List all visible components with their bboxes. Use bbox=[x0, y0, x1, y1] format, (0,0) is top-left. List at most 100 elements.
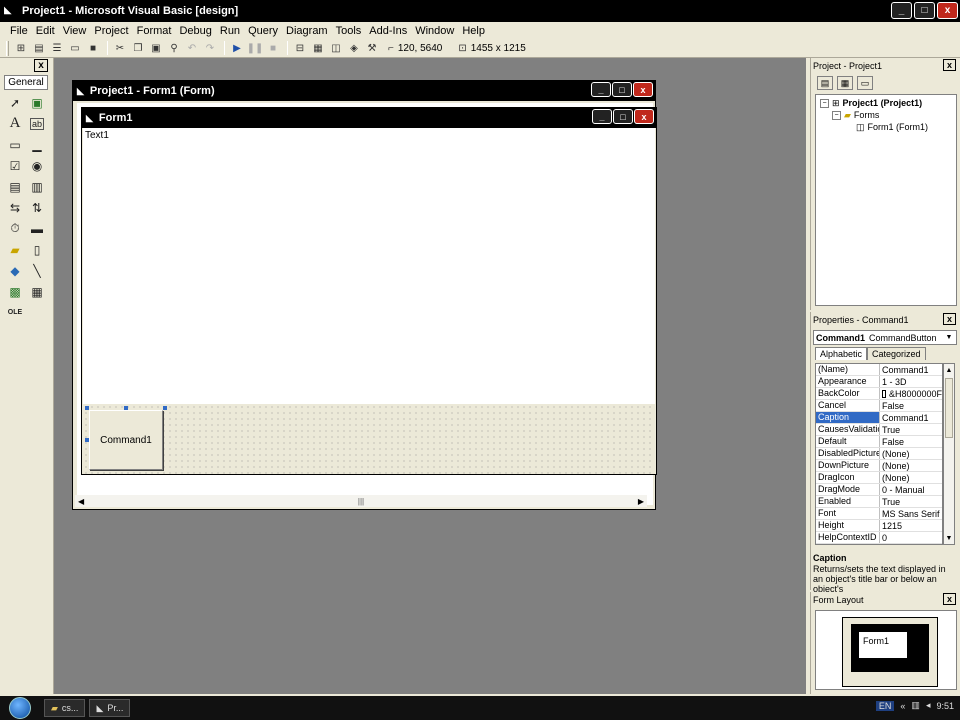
designer-close-button[interactable]: x bbox=[633, 82, 653, 97]
menu-run[interactable]: Run bbox=[216, 25, 244, 37]
object-selector[interactable]: Command1 CommandButton ▼ bbox=[813, 330, 957, 345]
property-row[interactable]: BackColor &H8000000F bbox=[816, 388, 942, 400]
tab-alphabetic[interactable]: Alphabetic bbox=[815, 347, 868, 360]
property-value[interactable]: MS Sans Serif bbox=[880, 508, 942, 519]
property-row[interactable]: Appearance 1 - 3D bbox=[816, 376, 942, 388]
menu-diagram[interactable]: Diagram bbox=[282, 25, 332, 37]
menu-format[interactable]: Format bbox=[133, 25, 176, 37]
layout-form1[interactable]: Form1 bbox=[858, 631, 908, 659]
tree-item-form1[interactable]: ◫ Form1 (Form1) bbox=[820, 121, 952, 133]
label-icon[interactable]: A bbox=[4, 113, 26, 134]
property-value[interactable]: 1215 bbox=[880, 520, 942, 531]
close-button[interactable]: x bbox=[937, 2, 958, 19]
form1-client-area[interactable]: Text1 Command1 bbox=[83, 128, 655, 474]
designer-minimize-button[interactable]: _ bbox=[591, 82, 611, 97]
form1-maximize-button[interactable]: □ bbox=[613, 109, 633, 124]
property-value[interactable]: 1 - 3D bbox=[880, 376, 942, 387]
menu-window[interactable]: Window bbox=[411, 25, 458, 37]
hscrollbar-icon[interactable]: ⇆ bbox=[4, 197, 26, 218]
language-indicator[interactable]: EN bbox=[875, 700, 895, 711]
scroll-down-icon[interactable]: ▼ bbox=[944, 532, 954, 544]
menu-query[interactable]: Query bbox=[244, 25, 282, 37]
tab-categorized[interactable]: Categorized bbox=[867, 347, 926, 360]
property-value[interactable]: Command1 bbox=[880, 364, 942, 375]
start-icon[interactable]: ▶ bbox=[229, 40, 245, 56]
toggle-folders-icon[interactable]: ▭ bbox=[857, 76, 873, 90]
toolbar-grip[interactable] bbox=[6, 40, 9, 56]
form1-close-button[interactable]: x bbox=[634, 109, 654, 124]
redo-icon[interactable]: ↷ bbox=[202, 40, 218, 56]
dirlistbox-icon[interactable]: ▰ bbox=[4, 239, 26, 260]
property-value[interactable]: False bbox=[880, 400, 942, 411]
collapse-icon[interactable]: − bbox=[820, 98, 829, 108]
optionbutton-icon[interactable]: ◉ bbox=[26, 155, 48, 176]
shape-icon[interactable]: ◆ bbox=[4, 260, 26, 281]
add-form-icon[interactable]: ▤ bbox=[31, 40, 47, 56]
resize-handle-nw[interactable] bbox=[85, 406, 89, 410]
resize-handle-n[interactable] bbox=[124, 406, 128, 410]
scroll-thumb[interactable]: ||| bbox=[358, 497, 364, 506]
property-value[interactable]: True bbox=[880, 496, 942, 507]
properties-window-icon[interactable]: ▦ bbox=[310, 40, 326, 56]
paste-icon[interactable]: ▣ bbox=[148, 40, 164, 56]
checkbox-icon[interactable]: ☑ bbox=[4, 155, 26, 176]
collapse-icon[interactable]: − bbox=[832, 110, 841, 120]
break-icon[interactable]: ❚❚ bbox=[247, 40, 264, 56]
property-row-selected[interactable]: Caption Command1 bbox=[816, 412, 942, 424]
taskbar-item-vb[interactable]: ◣ Pr... bbox=[89, 699, 131, 717]
picturebox-icon[interactable]: ▣ bbox=[26, 92, 48, 113]
open-folder-icon[interactable]: ▭ bbox=[67, 40, 83, 56]
tree-item-forms-folder[interactable]: − ▰ Forms bbox=[820, 109, 952, 121]
property-row[interactable]: (Name) Command1 bbox=[816, 364, 942, 376]
undo-icon[interactable]: ↶ bbox=[184, 40, 200, 56]
property-value[interactable]: 0 bbox=[880, 532, 942, 543]
form-layout-close-button[interactable]: x bbox=[943, 593, 956, 605]
line-icon[interactable]: ╲ bbox=[26, 260, 48, 281]
property-row[interactable]: DragIcon (None) bbox=[816, 472, 942, 484]
resize-handle-ne[interactable] bbox=[163, 406, 167, 410]
property-row[interactable]: Enabled True bbox=[816, 496, 942, 508]
property-row[interactable]: Height 1215 bbox=[816, 520, 942, 532]
start-button[interactable] bbox=[0, 696, 40, 720]
designer-maximize-button[interactable]: □ bbox=[612, 82, 632, 97]
vscrollbar-icon[interactable]: ⇅ bbox=[26, 197, 48, 218]
property-value[interactable]: True bbox=[880, 424, 942, 435]
form-layout-icon[interactable]: ◫ bbox=[328, 40, 344, 56]
commandbutton-icon[interactable]: ▁ bbox=[26, 134, 48, 155]
toolbox-close-button[interactable]: x bbox=[34, 59, 48, 72]
tray-arrow-icon[interactable]: « bbox=[900, 701, 905, 711]
form1-minimize-button[interactable]: _ bbox=[592, 109, 612, 124]
menu-debug[interactable]: Debug bbox=[175, 25, 215, 37]
listbox-icon[interactable]: ▥ bbox=[26, 176, 48, 197]
project-explorer-close-button[interactable]: x bbox=[943, 59, 956, 71]
menu-tools[interactable]: Tools bbox=[332, 25, 366, 37]
cut-icon[interactable]: ✂ bbox=[112, 40, 128, 56]
property-row[interactable]: Font MS Sans Serif bbox=[816, 508, 942, 520]
menu-help[interactable]: Help bbox=[458, 25, 489, 37]
taskbar-item-explorer[interactable]: ▰ cs... bbox=[44, 699, 86, 717]
chevron-down-icon[interactable]: ▼ bbox=[943, 332, 955, 343]
scroll-up-icon[interactable]: ▲ bbox=[944, 364, 954, 376]
property-value[interactable]: Command1 bbox=[880, 412, 942, 423]
form-grid-area[interactable] bbox=[83, 404, 655, 474]
property-row[interactable]: DragMode 0 - Manual bbox=[816, 484, 942, 496]
property-value[interactable]: False bbox=[880, 436, 942, 447]
minimize-button[interactable]: _ bbox=[891, 2, 912, 19]
maximize-button[interactable]: □ bbox=[914, 2, 935, 19]
resize-handle-w[interactable] bbox=[85, 438, 89, 442]
form1-window[interactable]: ◣ Form1 _ □ x Text1 Command1 bbox=[81, 107, 657, 475]
scroll-left-icon[interactable]: ◀ bbox=[75, 497, 87, 506]
property-row[interactable]: DisabledPicture (None) bbox=[816, 448, 942, 460]
object-browser-icon[interactable]: ◈ bbox=[346, 40, 362, 56]
form1-title-bar[interactable]: ◣ Form1 _ □ x bbox=[82, 108, 656, 128]
scroll-right-icon[interactable]: ▶ bbox=[635, 497, 647, 506]
drivelistbox-icon[interactable]: ▬ bbox=[26, 218, 48, 239]
property-value[interactable]: (None) bbox=[880, 448, 942, 459]
frame-icon[interactable]: ▭ bbox=[4, 134, 26, 155]
text1-textbox[interactable]: Text1 bbox=[85, 130, 109, 141]
filelistbox-icon[interactable]: ▯ bbox=[26, 239, 48, 260]
menu-add-ins[interactable]: Add-Ins bbox=[365, 25, 411, 37]
designer-hscrollbar[interactable]: ◀ ||| ▶ bbox=[75, 495, 647, 507]
toolbox-general-tab[interactable]: General bbox=[4, 75, 48, 90]
property-value[interactable]: &H8000000F bbox=[880, 388, 942, 399]
